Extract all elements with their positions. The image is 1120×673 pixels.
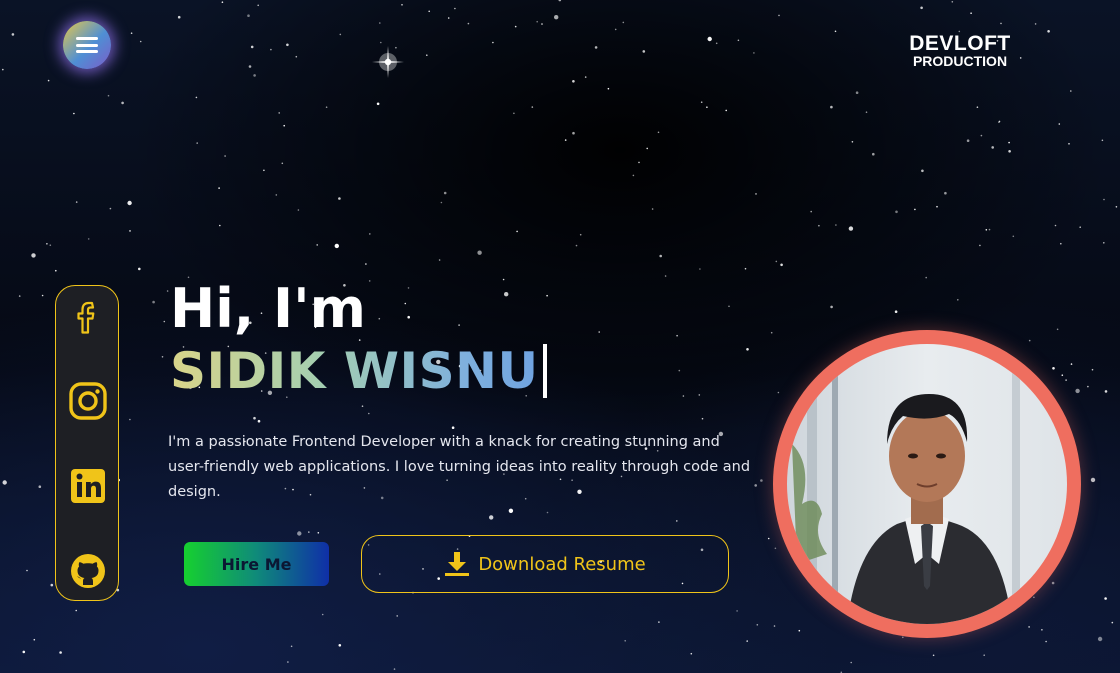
social-links-bar [55,285,119,601]
linkedin-link[interactable] [68,466,108,506]
download-icon [445,552,470,576]
instagram-icon [69,382,107,420]
download-resume-label: Download Resume [478,553,646,575]
hire-me-button[interactable]: Hire Me [184,542,329,586]
linkedin-icon [71,469,105,503]
brand-subtitle: PRODUCTION [912,53,1008,69]
facebook-link[interactable] [68,297,108,337]
hero-greeting: Hi, I'm [170,277,366,340]
github-link[interactable] [68,551,108,591]
hero-description: I'm a passionate Frontend Developer with… [168,434,751,500]
profile-photo [787,344,1067,624]
download-resume-button[interactable]: Download Resume [361,535,729,593]
hero-name: SIDIK WISNU [170,339,539,403]
facebook-icon [77,301,95,334]
brand-title: DEVLOFT [909,32,1011,55]
typing-cursor [542,344,547,398]
instagram-link[interactable] [68,381,108,421]
menu-button[interactable] [63,21,111,69]
profile-avatar [773,330,1081,638]
hamburger-menu-icon [76,37,98,53]
github-icon [71,554,105,588]
brand-logo[interactable]: DEVLOFT PRODUCTION [896,33,1024,69]
hero-name-line: SIDIK WISNU [170,336,547,406]
